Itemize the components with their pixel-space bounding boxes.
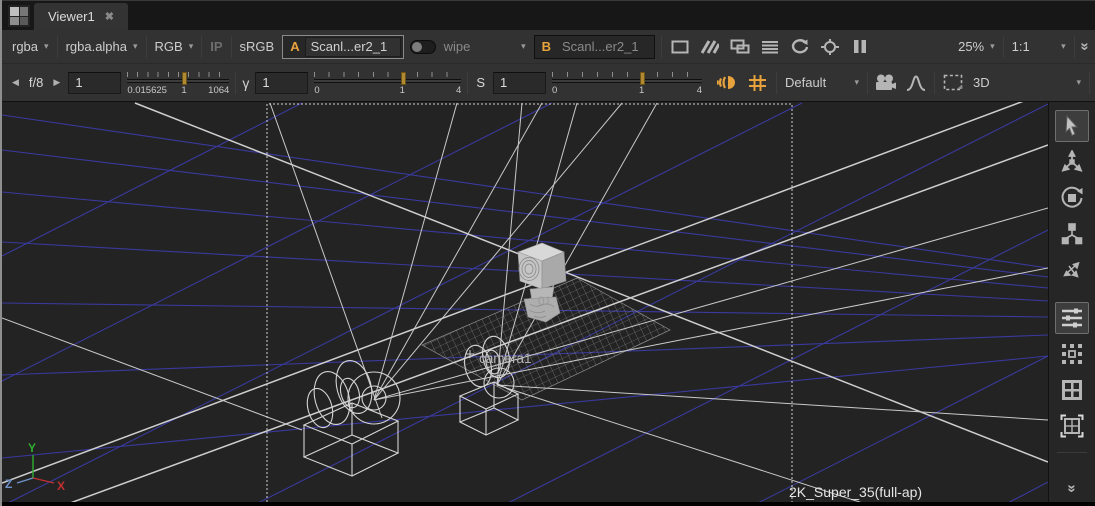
camera-wireframe-left[interactable] — [303, 357, 400, 476]
separator — [201, 36, 202, 58]
saturation-button[interactable]: S — [474, 75, 487, 90]
separator — [1003, 36, 1004, 58]
zoom-level-dropdown[interactable]: 25% ▾ — [956, 37, 997, 56]
checkerboard-stripes-icon[interactable] — [698, 35, 722, 59]
expand-toolbar-icon[interactable]: » — [1077, 42, 1092, 50]
saturation-slider[interactable]: 0 1 4 — [552, 70, 702, 100]
chevron-down-icon: ▾ — [990, 42, 995, 51]
separator — [867, 72, 868, 94]
input-b-label: B — [537, 39, 556, 54]
layer-dropdown[interactable]: rgba ▾ — [10, 37, 51, 56]
multi-select-button[interactable] — [1055, 338, 1089, 370]
slider-handle[interactable] — [401, 72, 406, 85]
input-a-value[interactable]: Scanl...er2_1 — [305, 37, 401, 57]
gamma-slider[interactable]: 0 1 4 — [314, 70, 461, 100]
chevron-down-icon: ▾ — [854, 78, 859, 87]
frame-format-icon[interactable] — [668, 35, 692, 59]
translate-tool-button[interactable] — [1055, 146, 1089, 178]
movie-camera-icon[interactable] — [874, 71, 898, 95]
expand-sidebar-icon[interactable]: » — [1065, 484, 1080, 492]
axis-y-label: Y — [28, 441, 36, 455]
chevron-down-icon: ▾ — [133, 42, 138, 51]
tab-label: Viewer1 — [48, 9, 95, 24]
divider — [1057, 452, 1087, 453]
roi-crosshair-icon[interactable] — [818, 35, 842, 59]
separator — [235, 72, 236, 94]
viewport-3d[interactable]: 01 — [2, 102, 1048, 502]
viewer-toolbar: rgba ▾ rgba.alpha ▾ RGB ▾ IP sRGB A Scan… — [2, 30, 1095, 64]
axis-gizmo — [17, 455, 54, 483]
grid-overlay-icon[interactable] — [746, 71, 770, 95]
separator — [231, 36, 232, 58]
select-tool-button[interactable] — [1055, 110, 1089, 142]
nuke-viewer-window: Viewer1 ✖ rgba ▾ rgba.alpha ▾ RGB ▾ IP s… — [0, 0, 1095, 506]
chevron-down-icon: ▾ — [1076, 78, 1081, 87]
input-a-selector[interactable]: A Scanl...er2_1 — [282, 35, 403, 59]
separator — [57, 36, 58, 58]
separator — [776, 72, 777, 94]
gaussian-curve-icon[interactable] — [904, 71, 928, 95]
fstop-button[interactable]: f/8 — [27, 75, 45, 90]
bottom-edge — [2, 502, 1095, 506]
gain-input[interactable]: 1 — [68, 72, 121, 94]
separator — [1089, 72, 1090, 94]
viewer-sidebar: » — [1048, 102, 1095, 502]
axis-x-label: X — [57, 479, 65, 493]
chevron-down-icon: ▾ — [521, 42, 526, 51]
scale-tool-button[interactable] — [1055, 218, 1089, 250]
display-channels-dropdown[interactable]: RGB ▾ — [153, 37, 196, 56]
saturation-input[interactable]: 1 — [493, 72, 546, 94]
fit-frame-button[interactable] — [1055, 410, 1089, 442]
alpha-channel-dropdown[interactable]: rgba.alpha ▾ — [64, 37, 140, 56]
format-label: 2K_Super_35(full-ap) — [789, 484, 922, 500]
refresh-icon[interactable] — [788, 35, 812, 59]
separator — [661, 36, 662, 58]
controls-panel-button[interactable] — [1055, 302, 1089, 334]
prev-fstop-icon[interactable]: ◀ — [10, 77, 21, 88]
pause-icon[interactable] — [848, 35, 872, 59]
wipe-mode-dropdown[interactable]: wipe ▾ — [442, 37, 528, 56]
pane-layout-icon[interactable] — [8, 5, 30, 27]
chevron-down-icon: ▾ — [44, 42, 49, 51]
scene-3d: 01 — [2, 102, 1048, 502]
slider-handle[interactable] — [640, 72, 645, 85]
slider-handle[interactable] — [182, 72, 187, 85]
separator — [146, 36, 147, 58]
skew-tool-button[interactable] — [1055, 254, 1089, 286]
layout-grid-button[interactable] — [1055, 374, 1089, 406]
chevron-down-icon: ▾ — [1061, 42, 1066, 51]
close-icon[interactable]: ✖ — [105, 10, 114, 23]
geometry-label: 01 — [538, 294, 552, 308]
input-b-selector[interactable]: B Scanl...er2_1 — [534, 35, 655, 59]
wipe-toggle[interactable] — [410, 40, 436, 54]
scanline-list-icon[interactable] — [758, 35, 782, 59]
exposure-toolbar: ◀ f/8 ▶ 1 0.015625 1 1064 γ 1 0 1 4 S 1 — [2, 64, 1095, 102]
proxy-dropdown[interactable]: 1:1 ▾ — [1010, 37, 1068, 56]
input-b-value[interactable]: Scanl...er2_1 — [556, 37, 652, 57]
next-fstop-icon[interactable]: ▶ — [51, 77, 62, 88]
tab-viewer1[interactable]: Viewer1 ✖ — [34, 3, 128, 30]
chevron-down-icon: ▾ — [189, 42, 194, 51]
camera-label: camera1 — [479, 351, 532, 366]
tab-bar: Viewer1 ✖ — [2, 0, 1095, 30]
roi-marquee-icon[interactable] — [941, 71, 965, 95]
axis-z-label: Z — [5, 477, 12, 491]
input-process-button[interactable]: IP — [208, 37, 224, 56]
toggle-knob — [412, 42, 422, 52]
gamma-input[interactable]: 1 — [255, 72, 308, 94]
main-area: 01 — [2, 102, 1095, 502]
projection-dropdown[interactable]: 3D ▾ — [971, 73, 1083, 92]
separator — [1074, 36, 1075, 58]
rotate-tool-button[interactable] — [1055, 182, 1089, 214]
overlay-compare-icon[interactable] — [728, 35, 752, 59]
gamma-button[interactable]: γ — [242, 75, 249, 91]
input-a-label: A — [285, 39, 304, 54]
headlamp-light-icon[interactable] — [716, 71, 740, 95]
lut-dropdown[interactable]: Default ▾ — [783, 73, 861, 92]
colorspace-button[interactable]: sRGB — [238, 37, 277, 56]
separator — [467, 72, 468, 94]
separator — [934, 72, 935, 94]
gain-slider[interactable]: 0.015625 1 1064 — [127, 70, 229, 100]
